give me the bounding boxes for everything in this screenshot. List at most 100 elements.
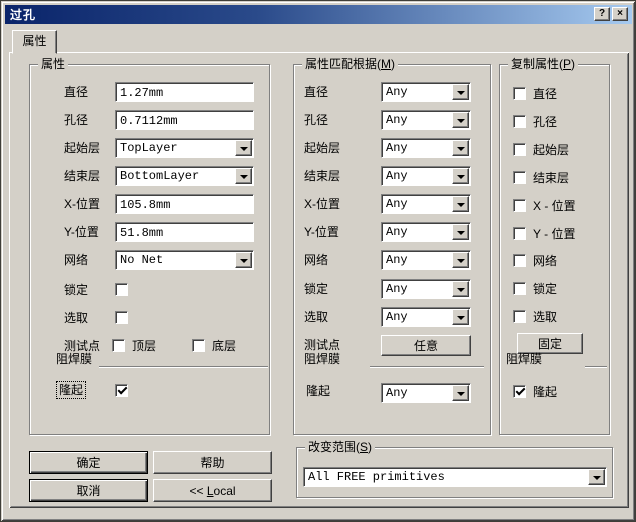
chevron-down-icon[interactable] <box>452 252 469 268</box>
help-button[interactable]: 帮助 <box>153 451 272 474</box>
via-properties-dialog: 过孔 ? × 属性 属性 直径 孔径 起始层 TopLayer 结束层 Bott… <box>0 0 636 522</box>
tab-properties-label: 属性 <box>22 34 47 48</box>
match-testpoint-any-button[interactable]: 任意 <box>381 335 471 356</box>
chevron-down-icon[interactable] <box>452 112 469 128</box>
copy-start-layer-label: 起始层 <box>533 142 570 157</box>
match-hole-size-combo[interactable]: Any <box>381 110 471 130</box>
match-selected-label: 选取 <box>304 310 329 324</box>
match-tenting-combo[interactable]: Any <box>381 383 471 403</box>
copy-tenting-checkbox[interactable] <box>513 384 526 398</box>
close-icon[interactable]: × <box>612 7 628 21</box>
chevron-down-icon[interactable] <box>235 168 252 184</box>
copy-y-location-checkbox[interactable] <box>513 226 526 240</box>
match-locked-combo[interactable]: Any <box>381 279 471 299</box>
match-diameter-combo[interactable]: Any <box>381 82 471 102</box>
copy-selected-item[interactable]: 选取 <box>513 307 557 325</box>
chevron-down-icon[interactable] <box>588 469 605 485</box>
copy-end-layer-checkbox[interactable] <box>513 170 526 184</box>
net-combo[interactable]: No Net <box>115 250 254 270</box>
copy-hole-size-label: 孔径 <box>533 114 558 129</box>
tenting-checkbox[interactable] <box>115 384 128 397</box>
match-selected-combo[interactable]: Any <box>381 307 471 327</box>
x-location-label: X-位置 <box>64 197 101 211</box>
chevron-down-icon[interactable] <box>452 224 469 240</box>
testpoint-bottom-checkbox[interactable] <box>192 339 205 352</box>
end-layer-value: BottomLayer <box>120 169 200 183</box>
selected-checkbox[interactable] <box>115 311 128 324</box>
change-scope-combo[interactable]: All FREE primitives <box>303 467 607 487</box>
chevron-down-icon[interactable] <box>452 196 469 212</box>
copy-x-location-label: X - 位置 <box>533 198 576 213</box>
copy-y-location-item[interactable]: Y - 位置 <box>513 224 575 242</box>
copy-start-layer-checkbox[interactable] <box>513 142 526 156</box>
copy-hole-size-checkbox[interactable] <box>513 114 526 128</box>
testpoint-bottom-label: 底层 <box>212 339 237 353</box>
hole-size-label: 孔径 <box>64 113 89 127</box>
copy-diameter-item[interactable]: 直径 <box>513 84 557 102</box>
copy-locked-checkbox[interactable] <box>513 281 526 295</box>
match-hole-size-value: Any <box>386 113 408 127</box>
chevron-down-icon[interactable] <box>452 84 469 100</box>
cancel-button[interactable]: 取消 <box>29 479 148 502</box>
match-net-combo[interactable]: Any <box>381 250 471 270</box>
chevron-down-icon[interactable] <box>235 140 252 156</box>
solder-mask-label: 阻焊膜 <box>56 352 93 366</box>
match-x-location-combo[interactable]: Any <box>381 194 471 214</box>
match-diameter-value: Any <box>386 85 408 99</box>
y-location-input[interactable] <box>115 222 254 242</box>
end-layer-combo[interactable]: BottomLayer <box>115 166 254 186</box>
copy-tenting-label: 隆起 <box>533 384 558 399</box>
match-y-location-value: Any <box>386 225 408 239</box>
chevron-down-icon[interactable] <box>452 140 469 156</box>
question-mark-icon[interactable]: ? <box>594 7 610 21</box>
match-tenting-label: 隆起 <box>306 384 331 398</box>
local-toggle-button[interactable]: << Local <box>153 479 272 502</box>
hole-size-input[interactable] <box>115 110 254 130</box>
match-locked-label: 锁定 <box>304 282 329 296</box>
copy-net-item[interactable]: 网络 <box>513 251 557 269</box>
match-end-layer-combo[interactable]: Any <box>381 166 471 186</box>
start-layer-combo[interactable]: TopLayer <box>115 138 254 158</box>
y-location-label: Y-位置 <box>64 225 99 239</box>
chevron-down-icon[interactable] <box>452 309 469 325</box>
diameter-input[interactable] <box>115 82 254 102</box>
chevron-down-icon[interactable] <box>452 385 469 401</box>
x-location-input[interactable] <box>115 194 254 214</box>
match-end-layer-value: Any <box>386 169 408 183</box>
start-layer-label: 起始层 <box>64 141 101 155</box>
copy-locked-item[interactable]: 锁定 <box>513 279 557 297</box>
copy-hole-size-item[interactable]: 孔径 <box>513 112 557 130</box>
testpoint-top-checkbox[interactable] <box>112 339 125 352</box>
match-selected-value: Any <box>386 310 408 324</box>
copy-diameter-label: 直径 <box>533 86 558 101</box>
match-tenting-value: Any <box>386 386 408 400</box>
testpoint-top-label: 顶层 <box>132 339 157 353</box>
copy-selected-checkbox[interactable] <box>513 309 526 323</box>
copy-diameter-checkbox[interactable] <box>513 86 526 100</box>
match-start-layer-label: 起始层 <box>304 141 341 155</box>
chevron-down-icon[interactable] <box>235 252 252 268</box>
change-scope-value: All FREE primitives <box>308 470 445 484</box>
copy-x-location-item[interactable]: X - 位置 <box>513 196 576 214</box>
ok-button[interactable]: 确定 <box>29 451 148 474</box>
copy-start-layer-item[interactable]: 起始层 <box>513 140 569 158</box>
copy-attributes-group-title: 复制属性(P) <box>508 57 579 71</box>
match-net-value: Any <box>386 253 408 267</box>
copy-tenting-item[interactable]: 隆起 <box>513 382 557 400</box>
copy-x-location-checkbox[interactable] <box>513 198 526 212</box>
match-diameter-label: 直径 <box>304 85 329 99</box>
match-y-location-combo[interactable]: Any <box>381 222 471 242</box>
copy-solder-mask-label: 阻焊膜 <box>506 352 543 366</box>
match-start-layer-combo[interactable]: Any <box>381 138 471 158</box>
titlebar[interactable]: 过孔 ? × <box>5 5 632 24</box>
window-title: 过孔 <box>10 8 37 22</box>
copy-end-layer-item[interactable]: 结束层 <box>513 168 569 186</box>
chevron-down-icon[interactable] <box>452 281 469 297</box>
locked-checkbox[interactable] <box>115 283 128 296</box>
chevron-down-icon[interactable] <box>452 168 469 184</box>
tab-properties[interactable]: 属性 <box>12 30 57 54</box>
match-x-location-value: Any <box>386 197 408 211</box>
tenting-label: 隆起 <box>55 381 87 399</box>
change-scope-group-title: 改变范围(S) <box>305 440 376 454</box>
copy-net-checkbox[interactable] <box>513 253 526 267</box>
